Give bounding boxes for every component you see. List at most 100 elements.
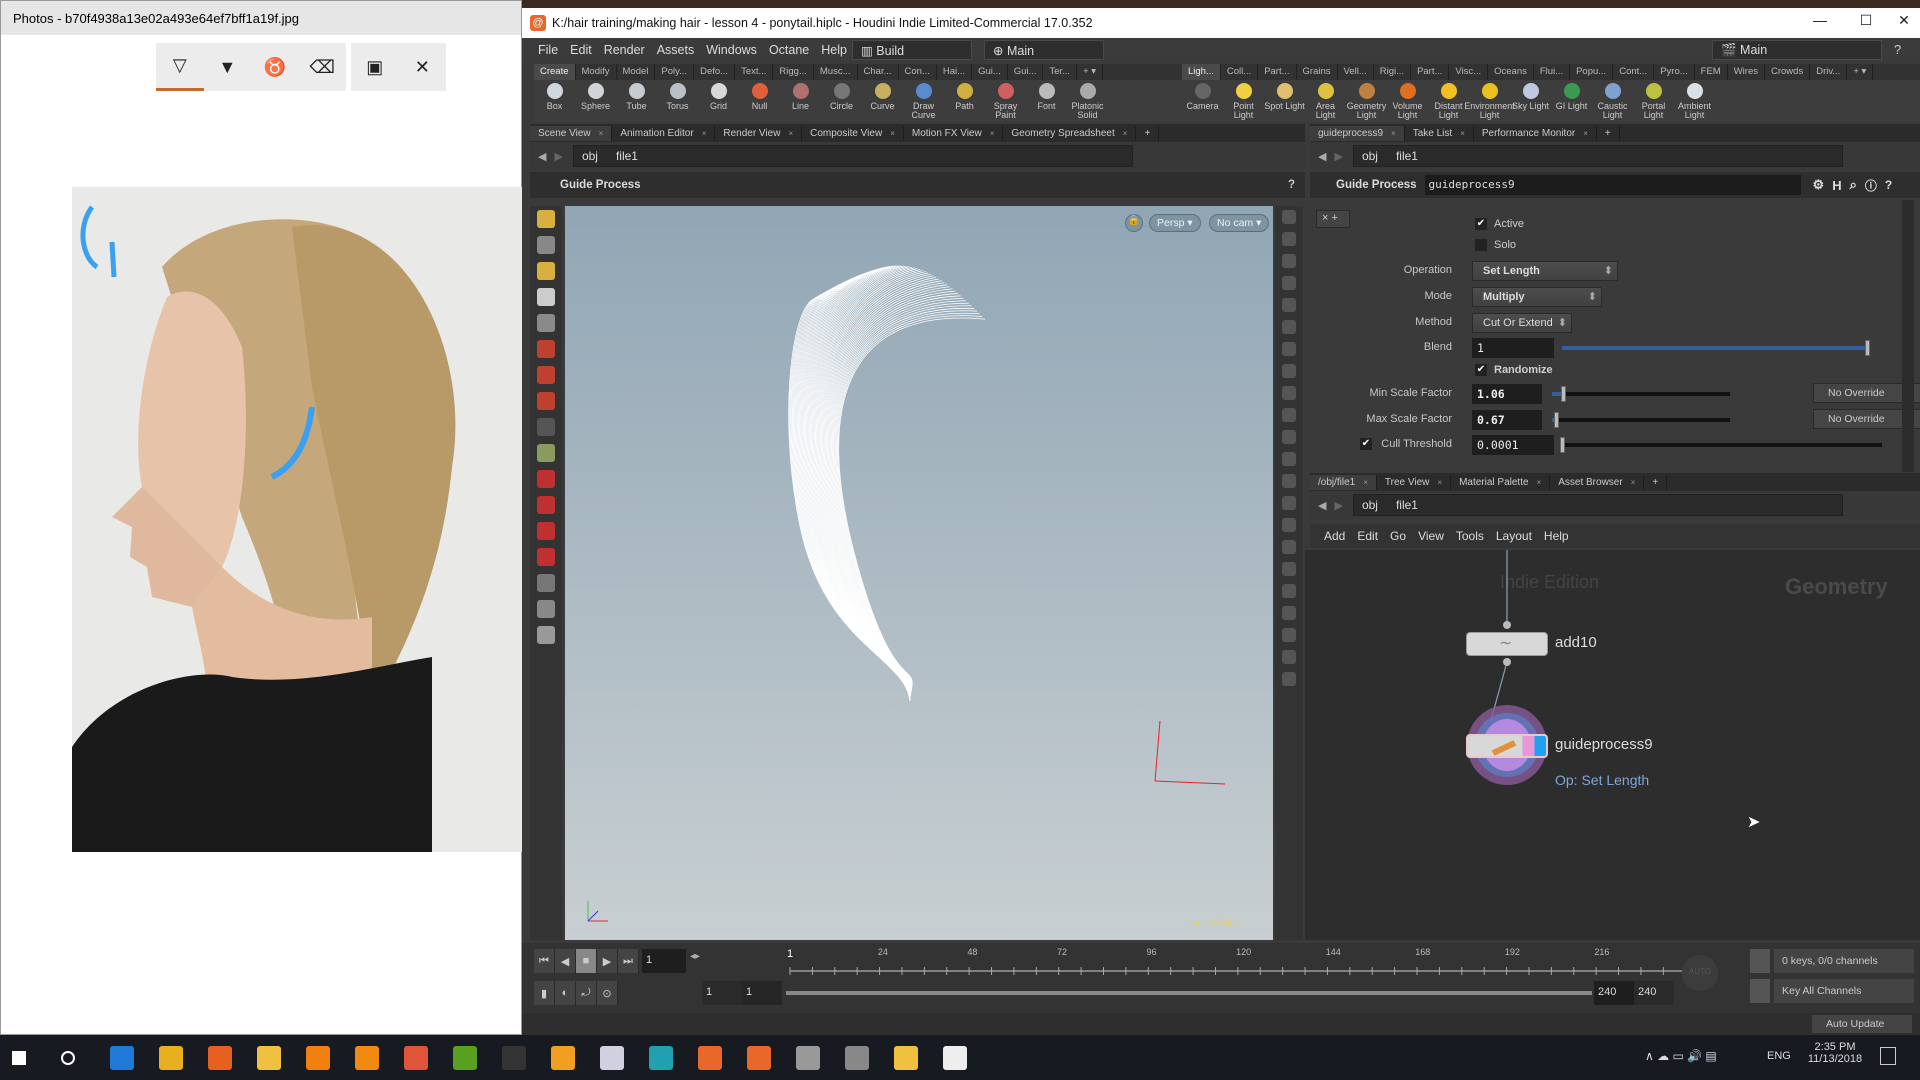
viewport-tool-icon[interactable] (537, 392, 555, 410)
context-select[interactable]: ⊕ Main (984, 40, 1104, 60)
firefox-icon[interactable] (208, 1046, 232, 1070)
loop-icon[interactable]: ⤾ (576, 981, 597, 1005)
path-field[interactable]: obj file1 (1352, 145, 1843, 167)
shelf-tab[interactable]: Visc... (1449, 64, 1489, 80)
shelf-tab[interactable]: Ligh... (1182, 64, 1221, 80)
path-file1[interactable]: file1 (616, 149, 638, 163)
shelf-tool-circle[interactable]: Circle (821, 80, 862, 122)
maximize-button[interactable]: ☐ (1846, 12, 1886, 34)
network-menu-edit[interactable]: Edit (1357, 529, 1378, 543)
pane-tab[interactable]: Animation Editor × (612, 125, 716, 141)
pane-tab[interactable]: Geometry Spreadsheet × (1003, 125, 1137, 141)
step-frame-buttons[interactable]: ◂▸ (690, 951, 700, 962)
camera-menu[interactable]: No cam ▾ (1209, 214, 1270, 232)
pane-tab[interactable]: Motion FX View × (904, 125, 1004, 141)
network-editor[interactable]: Indie Edition Geometry ∼ add10 guideproc… (1305, 550, 1920, 940)
pane-tab[interactable]: Render View × (715, 125, 803, 141)
key-all-channels-menu[interactable]: Key All Channels (1774, 979, 1914, 1003)
pane-tab[interactable]: Material Palette × (1451, 474, 1551, 490)
forward-icon[interactable]: ▶ (1334, 150, 1342, 163)
network-menu-help[interactable]: Help (1544, 529, 1569, 543)
close-tab-icon[interactable]: × (1537, 478, 1542, 487)
path-obj[interactable]: obj (1362, 498, 1378, 512)
shelf-tool-point-light[interactable]: Point Light (1223, 80, 1264, 122)
keys-info[interactable]: 0 keys, 0/0 channels (1774, 949, 1914, 973)
pane-tab[interactable]: Asset Browser × (1550, 474, 1645, 490)
pencil-icon[interactable]: ▼ (204, 43, 252, 91)
add-shelf-icon[interactable]: + ▾ (1077, 64, 1104, 80)
shelf-tab[interactable]: Gui... (972, 64, 1008, 80)
add-tab-icon[interactable]: + (1136, 125, 1160, 141)
viewport-tool-icon[interactable] (537, 340, 555, 358)
shelf-tab[interactable]: Crowds (1765, 64, 1811, 80)
edge-icon[interactable] (110, 1046, 134, 1070)
network-menu-view[interactable]: View (1418, 529, 1444, 543)
viewport-tool-icon[interactable] (537, 210, 555, 228)
back-icon[interactable]: ◀ (1318, 150, 1326, 163)
viewport-tool-icon[interactable] (537, 522, 555, 540)
viewport-tool-icon[interactable] (537, 600, 555, 618)
daz-studio-icon[interactable] (502, 1046, 526, 1070)
shelf-tool-sphere[interactable]: Sphere (575, 80, 616, 122)
shelf-tool-box[interactable]: Box (534, 80, 575, 122)
back-icon[interactable]: ◀ (1318, 499, 1326, 512)
operation-menu[interactable]: Set Length (1472, 261, 1618, 281)
blend-field[interactable]: 1 (1472, 338, 1554, 358)
shelf-tab[interactable]: FEM (1695, 64, 1728, 80)
shelf-tab[interactable]: Part... (1258, 64, 1297, 80)
ballpoint-pen-icon[interactable]: ▽ (156, 43, 204, 91)
shelf-tool-environment-light[interactable]: Environment Light (1464, 80, 1515, 122)
menu-file[interactable]: File (538, 43, 558, 57)
info-icon[interactable]: ⓘ (1865, 177, 1877, 194)
jump-start-button[interactable]: ⏮ (534, 949, 555, 973)
shelf-tool-camera[interactable]: Camera (1182, 80, 1223, 122)
persp-menu[interactable]: Persp ▾ (1149, 214, 1201, 232)
pane-tab[interactable]: Performance Monitor × (1474, 125, 1597, 141)
shelf-tab[interactable]: Gui... (1008, 64, 1044, 80)
shelf-tab[interactable]: Defo... (694, 64, 736, 80)
search-icon[interactable]: ⌕ (1850, 177, 1857, 193)
help-icon[interactable]: ? (1288, 179, 1295, 191)
back-icon[interactable]: ◀ (538, 150, 546, 163)
path-file1[interactable]: file1 (1396, 498, 1418, 512)
shelf-tab[interactable]: Part... (1411, 64, 1450, 80)
tray-icons[interactable]: ∧ ☁ ▭ 🔊 ▤ (1645, 1049, 1717, 1063)
node-guideprocess9[interactable] (1466, 734, 1548, 758)
shelf-tool-spot-light[interactable]: Spot Light (1264, 80, 1305, 122)
viewport-tool-icon[interactable] (537, 548, 555, 566)
close-tab-icon[interactable]: × (1631, 478, 1636, 487)
menu-assets[interactable]: Assets (657, 43, 695, 57)
close-tab-icon[interactable]: × (788, 129, 793, 138)
close-icon[interactable]: ✕ (399, 43, 447, 91)
play-reverse-button[interactable]: ◀ (555, 949, 576, 973)
viewport-tool-icon[interactable] (537, 366, 555, 384)
shelf-tab[interactable]: Oceans (1488, 64, 1534, 80)
app-c-red-icon[interactable] (404, 1046, 428, 1070)
viewport-tool-icon[interactable] (537, 496, 555, 514)
calligraphy-pen-icon[interactable]: ♉ (251, 43, 299, 91)
node-add10[interactable]: ∼ (1466, 632, 1548, 656)
settings-app-icon[interactable] (796, 1046, 820, 1070)
viewport-tool-icon[interactable] (537, 418, 555, 436)
display-option-icon[interactable] (1282, 606, 1296, 620)
shelf-tab[interactable]: Text... (735, 64, 774, 80)
display-option-icon[interactable] (1282, 628, 1296, 642)
close-tab-icon[interactable]: × (1363, 478, 1368, 487)
display-option-icon[interactable] (1282, 584, 1296, 598)
display-option-icon[interactable] (1282, 210, 1296, 224)
shelf-tab[interactable]: Rigg... (773, 64, 814, 80)
shelf-tab[interactable]: Cont... (1613, 64, 1655, 80)
play-button[interactable]: ▶ (597, 949, 618, 973)
shelf-tool-volume-light[interactable]: Volume Light (1387, 80, 1428, 122)
shelf-tool-font[interactable]: Font (1026, 80, 1067, 122)
shelf-tab[interactable]: Vell... (1338, 64, 1374, 80)
close-tab-icon[interactable]: × (1437, 478, 1442, 487)
3ds-max-icon[interactable] (649, 1046, 673, 1070)
display-option-icon[interactable] (1282, 474, 1296, 488)
viewport-tool-icon[interactable] (537, 236, 555, 254)
shelf-tool-sky-light[interactable]: Sky Light (1510, 80, 1551, 122)
shelf-tool-spray-paint[interactable]: Spray Paint (985, 80, 1026, 122)
display-option-icon[interactable] (1282, 342, 1296, 356)
path-obj[interactable]: obj (582, 149, 598, 163)
network-menu-layout[interactable]: Layout (1496, 529, 1532, 543)
